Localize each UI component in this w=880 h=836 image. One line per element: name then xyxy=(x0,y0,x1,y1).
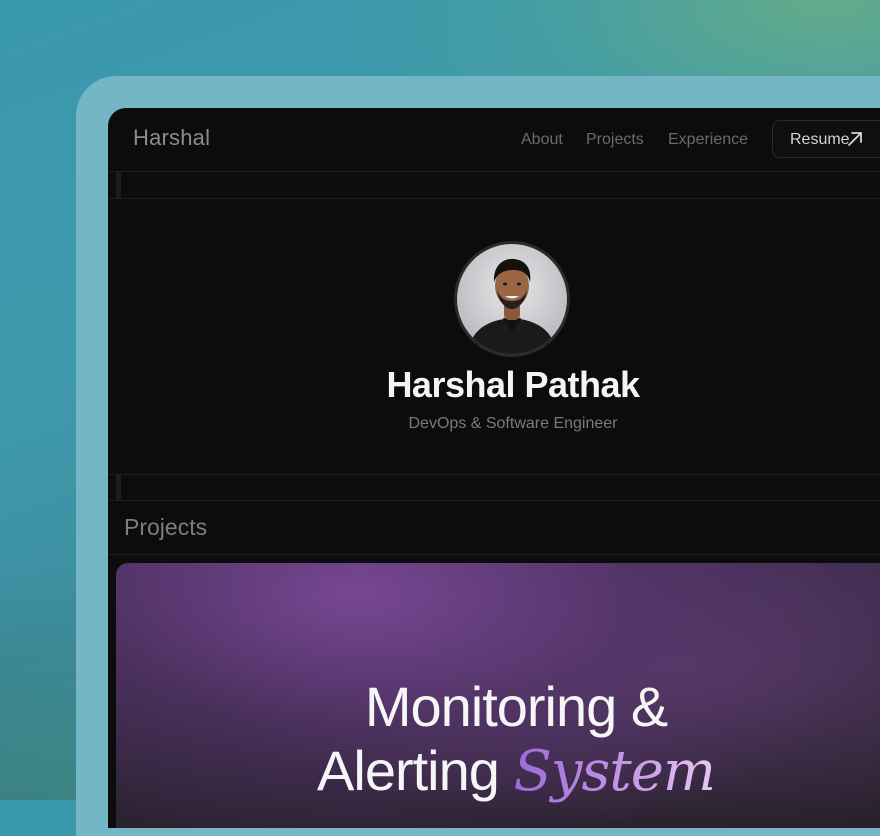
top-nav: Harshal About Projects Experience Resume xyxy=(108,108,880,172)
resume-button-label: Resume xyxy=(790,131,850,148)
project-title-line1: Monitoring & xyxy=(364,675,668,738)
divider xyxy=(108,198,880,199)
project-title-line2: Alerting System xyxy=(116,739,880,804)
profile-photo xyxy=(467,258,557,354)
portfolio-screen: Harshal About Projects Experience Resume xyxy=(108,108,880,828)
divider xyxy=(108,171,880,172)
brand-logo[interactable]: Harshal xyxy=(133,125,210,151)
project-card[interactable]: Monitoring & Alerting System xyxy=(116,563,880,828)
avatar xyxy=(454,241,570,357)
profile-name: Harshal Pathak xyxy=(386,364,640,405)
divider-marker xyxy=(116,475,121,500)
nav-link-about[interactable]: About xyxy=(521,131,563,149)
resume-button[interactable]: Resume xyxy=(772,120,880,158)
divider xyxy=(108,554,880,555)
nav-link-projects[interactable]: Projects xyxy=(586,131,644,149)
project-title-plain: Alerting xyxy=(317,739,500,802)
project-card-title: Monitoring & Alerting System xyxy=(116,675,880,804)
divider xyxy=(108,500,880,501)
divider-marker xyxy=(116,172,121,198)
nav-link-experience[interactable]: Experience xyxy=(668,131,748,149)
projects-heading: Projects xyxy=(124,514,208,540)
project-title-accent: System xyxy=(513,739,715,804)
arrow-up-right-icon xyxy=(848,132,862,146)
profile-role: DevOps & Software Engineer xyxy=(408,415,618,432)
divider xyxy=(108,474,880,475)
